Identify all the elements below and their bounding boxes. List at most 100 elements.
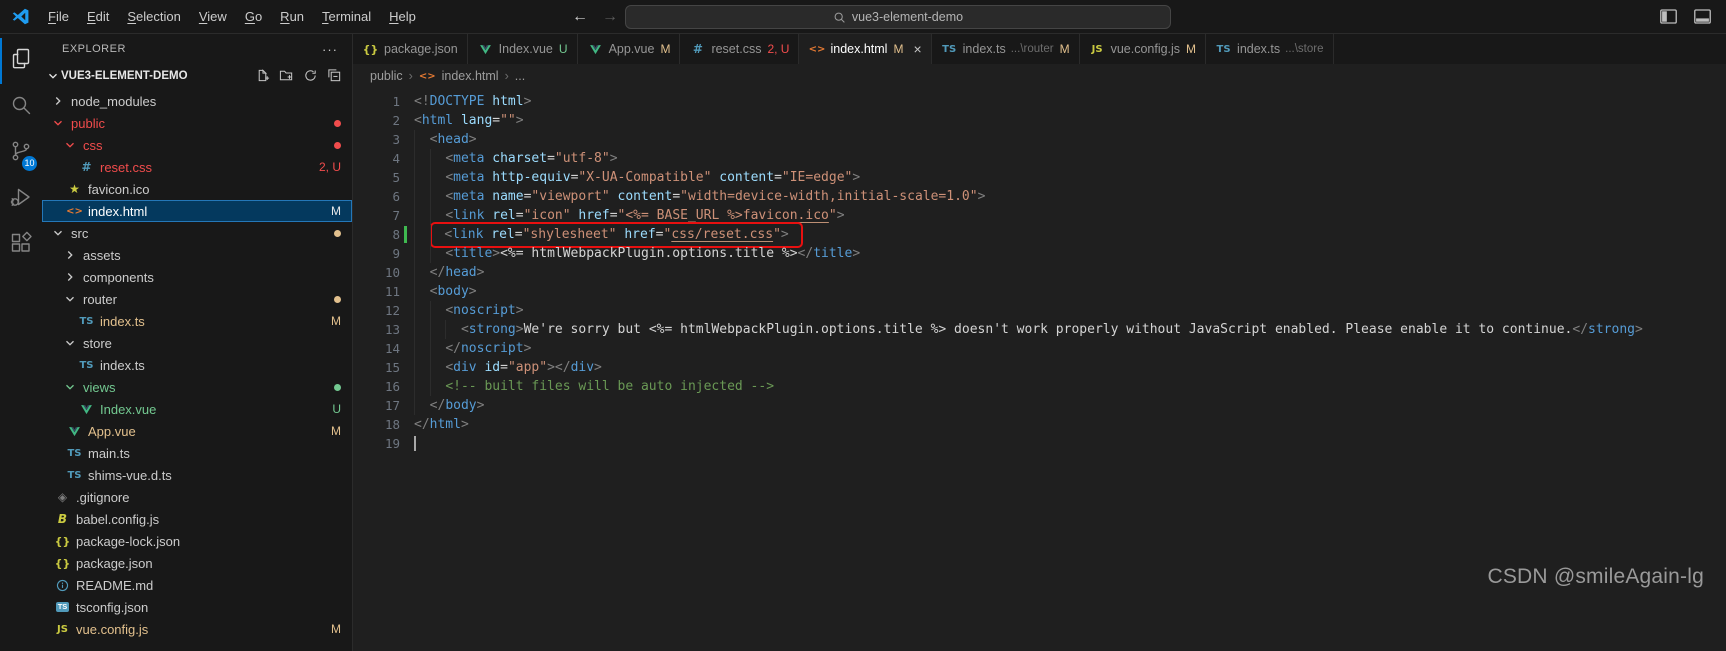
forward-arrow-icon[interactable]: → — [602, 8, 618, 26]
tree-item-router[interactable]: router — [42, 288, 352, 310]
code-line-16[interactable]: 16 <!-- built files will be auto injecte… — [353, 377, 1726, 396]
activity-explorer[interactable] — [0, 38, 42, 84]
menu-view[interactable]: View — [190, 0, 236, 33]
line-number[interactable]: 18 — [353, 415, 400, 434]
tab-index-ts-router[interactable]: TS index.ts ...\router M — [931, 34, 1080, 64]
line-number[interactable]: 15 — [353, 358, 400, 377]
line-number[interactable]: 9 — [353, 244, 400, 263]
code-line-18[interactable]: 18 </html> — [353, 415, 1726, 434]
tree-item-favicon-ico[interactable]: ★ favicon.ico — [42, 178, 352, 200]
breadcrumb-file[interactable]: index.html — [442, 69, 499, 83]
code-line-19[interactable]: 19 — [353, 434, 1726, 453]
tree-item-babel-config-js[interactable]: Bbabel.config.js — [42, 508, 352, 530]
code-line-5[interactable]: 5 <meta http-equiv="X-UA-Compatible" con… — [353, 168, 1726, 187]
tree-item-tsconfig-json[interactable]: TS tsconfig.json — [42, 596, 352, 618]
activity-search[interactable] — [0, 84, 42, 130]
line-number[interactable]: 11 — [353, 282, 400, 301]
activity-extensions[interactable] — [0, 222, 42, 268]
tree-item-shims-vue-d-ts[interactable]: TS shims-vue.d.ts — [42, 464, 352, 486]
project-section-header[interactable]: VUE3-ELEMENT-DEMO — [42, 64, 352, 87]
toggle-panel-icon[interactable] — [1693, 7, 1712, 26]
line-number[interactable]: 8 — [353, 225, 400, 244]
tree-item-css[interactable]: css — [42, 134, 352, 156]
line-number[interactable]: 6 — [353, 187, 400, 206]
tree-item-label: package.json — [76, 555, 153, 571]
menu-go[interactable]: Go — [236, 0, 271, 33]
line-number[interactable]: 2 — [353, 111, 400, 130]
menu-help[interactable]: Help — [380, 0, 425, 33]
line-number[interactable]: 19 — [353, 434, 400, 453]
new-folder-icon[interactable] — [279, 68, 294, 83]
breadcrumb-folder[interactable]: public — [370, 69, 403, 83]
tree-item-reset-css[interactable]: # reset.css 2, U — [42, 156, 352, 178]
menu-selection[interactable]: Selection — [118, 0, 189, 33]
menu-edit[interactable]: Edit — [78, 0, 118, 33]
tree-item-views[interactable]: views — [42, 376, 352, 398]
tree-item-index-html[interactable]: <> index.html M — [42, 200, 352, 222]
code-line-3[interactable]: 3 <head> — [353, 130, 1726, 149]
more-actions-icon[interactable]: ··· — [322, 42, 338, 57]
command-center-search[interactable]: vue3-element-demo — [625, 5, 1171, 29]
code-line-12[interactable]: 12 <noscript> — [353, 301, 1726, 320]
line-number[interactable]: 4 — [353, 149, 400, 168]
tree-item-gitignore[interactable]: ◈ .gitignore — [42, 486, 352, 508]
tree-item-index-ts[interactable]: TS index.ts M — [42, 310, 352, 332]
code-line-11[interactable]: 11 <body> — [353, 282, 1726, 301]
line-number[interactable]: 7 — [353, 206, 400, 225]
line-number[interactable]: 3 — [353, 130, 400, 149]
tree-item-readme-md[interactable]: README.md — [42, 574, 352, 596]
menu-terminal[interactable]: Terminal — [313, 0, 380, 33]
refresh-icon[interactable] — [303, 68, 318, 83]
line-number[interactable]: 5 — [353, 168, 400, 187]
code-line-15[interactable]: 15 <div id="app"></div> — [353, 358, 1726, 377]
activity-run-debug[interactable] — [0, 176, 42, 222]
menu-file[interactable]: File — [39, 0, 78, 33]
tree-item-package-lock-json[interactable]: {} package-lock.json — [42, 530, 352, 552]
tree-item-main-ts[interactable]: TS main.ts — [42, 442, 352, 464]
tree-item-assets[interactable]: assets — [42, 244, 352, 266]
tab-app-vue[interactable]: App.vue M — [577, 34, 681, 64]
breadcrumb-tail[interactable]: ... — [515, 69, 525, 83]
code-line-14[interactable]: 14 </noscript> — [353, 339, 1726, 358]
tab-index-html[interactable]: <> index.html M × — [799, 34, 932, 64]
tree-item-src[interactable]: src — [42, 222, 352, 244]
new-file-icon[interactable] — [255, 68, 270, 83]
tree-item-vue-config-js[interactable]: JS vue.config.js M — [42, 618, 352, 640]
code-line-10[interactable]: 10 </head> — [353, 263, 1726, 282]
activity-source-control[interactable]: 10 — [0, 130, 42, 176]
tree-item-package-json[interactable]: {} package.json — [42, 552, 352, 574]
tree-item-node-modules[interactable]: node_modules — [42, 90, 352, 112]
code-line-17[interactable]: 17 </body> — [353, 396, 1726, 415]
collapse-all-icon[interactable] — [327, 68, 342, 83]
line-number[interactable]: 1 — [353, 92, 400, 111]
close-icon[interactable]: × — [913, 42, 921, 56]
code-line-4[interactable]: 4 <meta charset="utf-8"> — [353, 149, 1726, 168]
tab-index-vue[interactable]: Index.vue U — [467, 34, 578, 64]
tree-item-label: store — [83, 335, 112, 351]
line-number[interactable]: 10 — [353, 263, 400, 282]
tree-item-public[interactable]: public — [42, 112, 352, 134]
tree-item-index-vue[interactable]: Index.vue U — [42, 398, 352, 420]
tab-vue-config-js[interactable]: JS vue.config.js M — [1079, 34, 1207, 64]
tree-item-index-ts[interactable]: TS index.ts — [42, 354, 352, 376]
line-number[interactable]: 12 — [353, 301, 400, 320]
tree-item-store[interactable]: store — [42, 332, 352, 354]
tab-package-json[interactable]: {} package.json — [353, 34, 468, 64]
code-line-8[interactable]: 8 <link rel="shylesheet" href="css/reset… — [353, 222, 1726, 248]
code-line-9[interactable]: 9 <title><%= htmlWebpackPlugin.options.t… — [353, 244, 1726, 263]
tree-item-components[interactable]: components — [42, 266, 352, 288]
code-line-1[interactable]: 1 <!DOCTYPE html> — [353, 92, 1726, 111]
code-line-13[interactable]: 13 <strong>We're sorry but <%= htmlWebpa… — [353, 320, 1726, 339]
tab-index-ts-store[interactable]: TS index.ts ...\store — [1206, 34, 1334, 64]
tab-reset-css[interactable]: # reset.css 2, U — [680, 34, 800, 64]
tree-item-app-vue[interactable]: App.vue M — [42, 420, 352, 442]
line-number[interactable]: 14 — [353, 339, 400, 358]
toggle-sidebar-icon[interactable] — [1659, 7, 1678, 26]
menu-run[interactable]: Run — [271, 0, 313, 33]
line-number[interactable]: 17 — [353, 396, 400, 415]
code-line-2[interactable]: 2 <html lang=""> — [353, 111, 1726, 130]
line-number[interactable]: 13 — [353, 320, 400, 339]
line-number[interactable]: 16 — [353, 377, 400, 396]
code-line-6[interactable]: 6 <meta name="viewport" content="width=d… — [353, 187, 1726, 206]
back-arrow-icon[interactable]: ← — [572, 8, 588, 26]
